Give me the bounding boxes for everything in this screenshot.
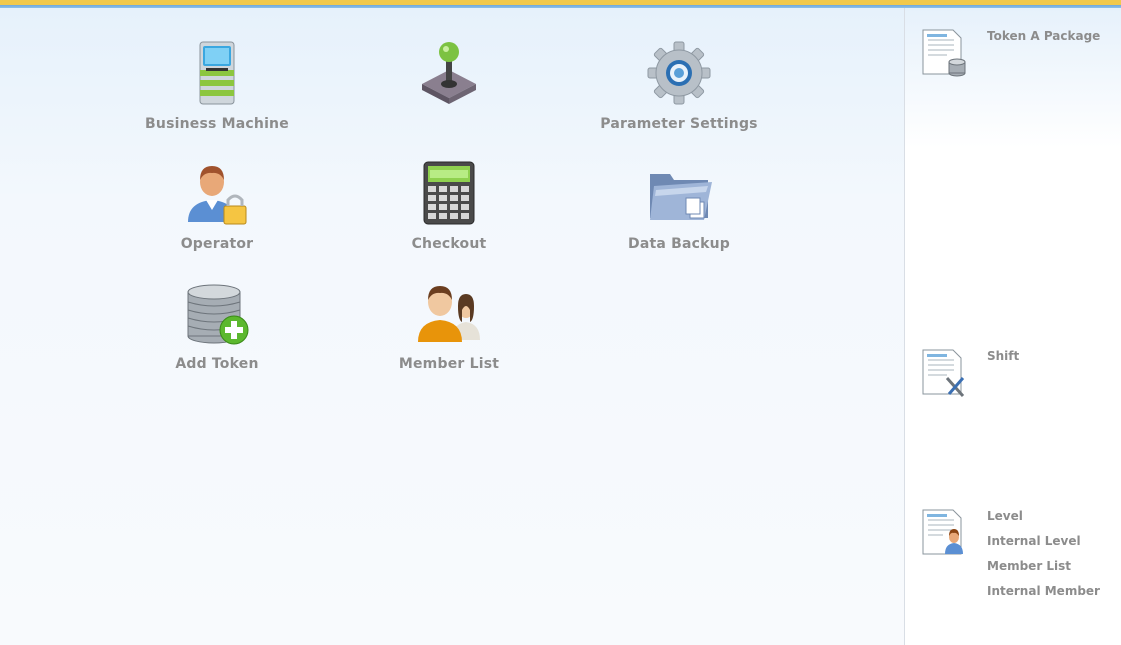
side-link-internal-member[interactable]: Internal Member — [987, 583, 1100, 599]
tile-label: Member List — [398, 356, 500, 372]
side-link-internal-level[interactable]: Internal Level — [987, 533, 1100, 549]
joystick-icon — [422, 42, 476, 104]
side-link-token-a-package[interactable]: Token A Package — [987, 28, 1100, 44]
tile-label: Business Machine — [145, 116, 289, 132]
member-links: Level Internal Level Member List Interna… — [987, 508, 1100, 608]
members-icon — [418, 286, 480, 342]
top-accent-bar — [0, 0, 1121, 8]
person-document-icon — [922, 509, 963, 555]
operator-lock-icon — [188, 166, 247, 225]
tile-label: Parameter Settings — [600, 116, 758, 132]
business-machine-tile[interactable]: Business Machine — [127, 40, 307, 144]
parameter-settings-tile[interactable]: Parameter Settings — [589, 40, 769, 144]
checkout-tile[interactable]: Checkout — [359, 160, 539, 264]
calculator-icon — [423, 161, 475, 225]
folder-icon — [650, 174, 712, 220]
side-link-level[interactable]: Level — [987, 508, 1100, 524]
side-panel: Token A Package Shift Level Internal Lev… — [904, 8, 1121, 645]
side-link-shift[interactable]: Shift — [987, 348, 1019, 364]
data-backup-tile[interactable]: Data Backup — [589, 160, 769, 264]
tile-label: Add Token — [175, 356, 259, 372]
side-link-member-list[interactable]: Member List — [987, 558, 1100, 574]
gear-icon — [647, 41, 711, 105]
coin-stack-add-icon — [187, 284, 249, 345]
tools-document-icon — [922, 349, 965, 397]
member-list-tile[interactable]: Member List — [359, 280, 539, 384]
operator-tile[interactable]: Operator — [127, 160, 307, 264]
main-panel: Business Machine Parameter Settings Oper… — [0, 8, 904, 645]
shift-links: Shift — [987, 348, 1019, 373]
joystick-tile[interactable] — [359, 40, 539, 144]
business-machine-icon — [199, 41, 235, 105]
add-token-tile[interactable]: Add Token — [127, 280, 307, 384]
coin-document-icon — [922, 29, 966, 77]
token-package-links: Token A Package — [987, 28, 1100, 53]
tile-label: Data Backup — [628, 236, 730, 252]
tile-label: Checkout — [411, 236, 487, 252]
tile-label: Operator — [180, 236, 254, 252]
